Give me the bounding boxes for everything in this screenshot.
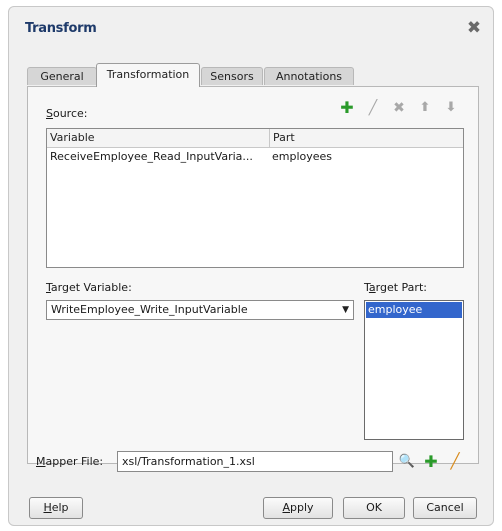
column-header-variable[interactable]: Variable — [47, 129, 269, 147]
add-icon[interactable]: ✚ — [421, 451, 441, 472]
source-label: Source: — [46, 107, 88, 120]
table-row[interactable]: ReceiveEmployee_Read_InputVaria... emplo… — [47, 148, 463, 166]
tab-sensors[interactable]: Sensors — [201, 67, 263, 85]
close-icon[interactable]: ✖ — [465, 19, 483, 37]
target-variable-select[interactable]: WriteEmployee_Write_InputVariable ▼ — [46, 300, 354, 320]
search-icon[interactable]: 🔍 — [397, 451, 417, 472]
move-up-icon[interactable]: ⬆ — [416, 99, 434, 117]
transform-dialog: Transform ✖ General Transformation Senso… — [8, 6, 494, 526]
apply-button[interactable]: Apply — [263, 497, 333, 519]
chevron-down-icon[interactable]: ▼ — [342, 301, 349, 319]
target-variable-label: Target Variable: — [46, 281, 132, 294]
column-header-part[interactable]: Part — [269, 129, 463, 147]
target-part-list[interactable]: employee — [364, 300, 464, 440]
help-button[interactable]: Help — [29, 497, 83, 519]
mapper-file-label: Mapper File: — [36, 455, 104, 468]
add-icon[interactable]: ✚ — [338, 99, 356, 117]
tab-general[interactable]: General — [27, 67, 97, 85]
mapper-file-input[interactable]: xsl/Transformation_1.xsl — [117, 451, 393, 472]
edit-icon[interactable]: ╱ — [364, 99, 382, 117]
tab-transformation[interactable]: Transformation — [96, 63, 200, 87]
tab-annotations[interactable]: Annotations — [264, 67, 354, 85]
edit-icon[interactable]: ╱ — [445, 451, 465, 472]
ok-button[interactable]: OK — [343, 497, 405, 519]
cell-part: employees — [272, 150, 333, 163]
list-item[interactable]: employee — [366, 302, 462, 318]
cancel-button[interactable]: Cancel — [413, 497, 477, 519]
target-variable-value: WriteEmployee_Write_InputVariable — [51, 303, 248, 316]
source-table: Variable Part ReceiveEmployee_Read_Input… — [46, 128, 464, 268]
dialog-title: Transform — [25, 21, 97, 36]
move-down-icon[interactable]: ⬇ — [442, 99, 460, 117]
target-part-label: Target Part: — [364, 281, 427, 294]
transformation-panel: Source: ✚ ╱ ✖ ⬆ ⬇ Variable Part ReceiveE… — [27, 86, 479, 464]
delete-icon[interactable]: ✖ — [390, 99, 408, 117]
cell-variable: ReceiveEmployee_Read_InputVaria... — [50, 150, 253, 163]
table-header: Variable Part — [47, 129, 463, 148]
